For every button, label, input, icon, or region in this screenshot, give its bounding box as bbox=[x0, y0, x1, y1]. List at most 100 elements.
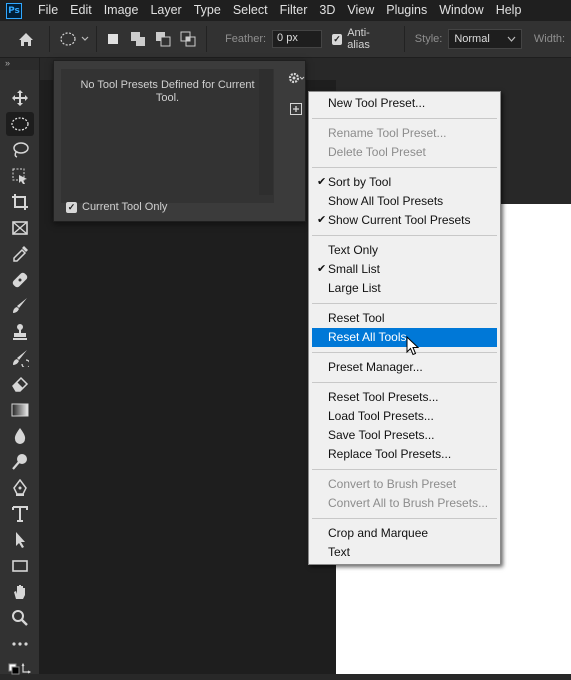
blur-tool-icon[interactable] bbox=[6, 424, 34, 448]
width-label: Width: bbox=[533, 33, 566, 45]
divider bbox=[403, 26, 405, 52]
current-tool-only-toggle[interactable]: ✓ Current Tool Only bbox=[66, 201, 167, 213]
antialias-label: Anti-alias bbox=[347, 27, 370, 51]
menu-item-show-current-tool-presets[interactable]: ✔ Show Current Tool Presets bbox=[312, 211, 497, 230]
checkmark-icon: ✔ bbox=[317, 214, 327, 226]
gear-icon[interactable] bbox=[286, 69, 306, 87]
feather-input[interactable]: 0 px bbox=[272, 30, 322, 48]
menu-item-large-list[interactable]: Large List bbox=[312, 279, 497, 298]
menu-bar: Ps File Edit Image Layer Type Select Fil… bbox=[0, 0, 571, 21]
crop-tool-icon[interactable] bbox=[6, 190, 34, 214]
current-tool-only-checkbox[interactable]: ✓ bbox=[66, 201, 77, 213]
menu-type[interactable]: Type bbox=[188, 0, 227, 21]
feather-label: Feather: bbox=[225, 33, 267, 45]
new-selection-icon[interactable] bbox=[103, 28, 124, 50]
menu-item-reset-tool-presets[interactable]: Reset Tool Presets... bbox=[312, 388, 497, 407]
empty-presets-message: No Tool Presets Defined for Current Tool… bbox=[80, 79, 255, 104]
menu-item-reset-all-tools[interactable]: Reset All Tools bbox=[312, 328, 497, 347]
pen-tool-icon[interactable] bbox=[6, 476, 34, 500]
collapse-toolbar-icon[interactable]: » bbox=[0, 58, 39, 70]
new-preset-icon[interactable] bbox=[289, 102, 303, 116]
menu-item-text-only[interactable]: Text Only bbox=[312, 241, 497, 260]
photoshop-logo[interactable]: Ps bbox=[6, 2, 22, 19]
healing-brush-tool-icon[interactable] bbox=[6, 268, 34, 292]
menu-item-delete-tool-preset[interactable]: Delete Tool Preset bbox=[312, 143, 497, 162]
eyedropper-tool-icon[interactable] bbox=[6, 242, 34, 266]
menu-item-replace-tool-presets[interactable]: Replace Tool Presets... bbox=[312, 445, 497, 464]
rectangle-tool-icon[interactable] bbox=[6, 554, 34, 578]
menu-image[interactable]: Image bbox=[98, 0, 145, 21]
menu-separator bbox=[312, 167, 497, 168]
menu-view[interactable]: View bbox=[341, 0, 380, 21]
mouse-cursor-icon bbox=[406, 335, 420, 356]
style-select[interactable]: Normal bbox=[448, 29, 522, 49]
current-tool-only-label: Current Tool Only bbox=[82, 201, 168, 213]
menu-window[interactable]: Window bbox=[433, 0, 489, 21]
dodge-tool-icon[interactable] bbox=[6, 450, 34, 474]
checkmark-icon: ✔ bbox=[317, 263, 327, 275]
menu-help[interactable]: Help bbox=[490, 0, 528, 21]
intersect-selection-icon[interactable] bbox=[177, 28, 198, 50]
menu-3d[interactable]: 3D bbox=[313, 0, 341, 21]
menu-separator bbox=[312, 382, 497, 383]
tools-panel: » bbox=[0, 58, 40, 675]
more-tools-icon[interactable] bbox=[6, 632, 34, 656]
add-to-selection-icon[interactable] bbox=[128, 28, 149, 50]
menu-item-reset-tool[interactable]: Reset Tool bbox=[312, 309, 497, 328]
hand-tool-icon[interactable] bbox=[6, 580, 34, 604]
gradient-tool-icon[interactable] bbox=[6, 398, 34, 422]
menu-separator bbox=[312, 469, 497, 470]
menu-separator bbox=[312, 518, 497, 519]
tool-preset-flyout-menu: New Tool Preset... Rename Tool Preset...… bbox=[308, 91, 501, 565]
options-bar: Feather: 0 px ✓ Anti-alias Style: Normal… bbox=[0, 21, 571, 58]
menu-separator bbox=[312, 235, 497, 236]
menu-item-convert-all-to-brush-presets[interactable]: Convert All to Brush Presets... bbox=[312, 494, 497, 513]
menu-separator bbox=[312, 352, 497, 353]
menu-select[interactable]: Select bbox=[227, 0, 274, 21]
frame-tool-icon[interactable] bbox=[6, 216, 34, 240]
menu-separator bbox=[312, 118, 497, 119]
type-tool-icon[interactable] bbox=[6, 502, 34, 526]
menu-edit[interactable]: Edit bbox=[64, 0, 98, 21]
style-label: Style: bbox=[414, 33, 443, 45]
chevron-down-icon bbox=[507, 36, 516, 42]
elliptical-marquee-tool-icon[interactable] bbox=[6, 112, 34, 136]
divider bbox=[95, 26, 97, 52]
menu-item-rename-tool-preset[interactable]: Rename Tool Preset... bbox=[312, 124, 497, 143]
menu-item-save-tool-presets[interactable]: Save Tool Presets... bbox=[312, 426, 497, 445]
object-selection-tool-icon[interactable] bbox=[6, 164, 34, 188]
preset-list[interactable]: No Tool Presets Defined for Current Tool… bbox=[61, 69, 274, 203]
menu-item-show-all-tool-presets[interactable]: Show All Tool Presets bbox=[312, 192, 497, 211]
eraser-tool-icon[interactable] bbox=[6, 372, 34, 396]
menu-item-preset-manager[interactable]: Preset Manager... bbox=[312, 358, 497, 377]
brush-tool-icon[interactable] bbox=[6, 294, 34, 318]
zoom-tool-icon[interactable] bbox=[6, 606, 34, 630]
menu-item-small-list[interactable]: ✔ Small List bbox=[312, 260, 497, 279]
menu-file[interactable]: File bbox=[32, 0, 64, 21]
color-swatches-icon[interactable] bbox=[6, 656, 34, 680]
menu-item-text[interactable]: Text bbox=[312, 543, 497, 562]
checkmark-icon: ✔ bbox=[317, 176, 327, 188]
preset-list-scrollbar[interactable] bbox=[259, 69, 273, 195]
menu-item-crop-and-marquee[interactable]: Crop and Marquee bbox=[312, 524, 497, 543]
menu-plugins[interactable]: Plugins bbox=[380, 0, 433, 21]
subtract-from-selection-icon[interactable] bbox=[152, 28, 173, 50]
home-icon[interactable] bbox=[16, 28, 37, 50]
divider bbox=[206, 26, 208, 52]
style-value: Normal bbox=[454, 33, 490, 45]
menu-layer[interactable]: Layer bbox=[144, 0, 187, 21]
menu-filter[interactable]: Filter bbox=[274, 0, 314, 21]
menu-item-new-tool-preset[interactable]: New Tool Preset... bbox=[312, 94, 497, 113]
menu-item-convert-to-brush-preset[interactable]: Convert to Brush Preset bbox=[312, 475, 497, 494]
history-brush-tool-icon[interactable] bbox=[6, 346, 34, 370]
path-selection-tool-icon[interactable] bbox=[6, 528, 34, 552]
clone-stamp-tool-icon[interactable] bbox=[6, 320, 34, 344]
move-tool-icon[interactable] bbox=[6, 86, 34, 110]
tool-preset-picker[interactable] bbox=[56, 28, 90, 50]
menu-item-sort-by-tool[interactable]: ✔ Sort by Tool bbox=[312, 173, 497, 192]
tool-preset-panel: No Tool Presets Defined for Current Tool… bbox=[53, 60, 306, 222]
antialias-toggle[interactable]: ✓ Anti-alias bbox=[331, 27, 390, 51]
menu-item-load-tool-presets[interactable]: Load Tool Presets... bbox=[312, 407, 497, 426]
antialias-checkbox[interactable]: ✓ bbox=[331, 33, 343, 45]
lasso-tool-icon[interactable] bbox=[6, 138, 34, 162]
